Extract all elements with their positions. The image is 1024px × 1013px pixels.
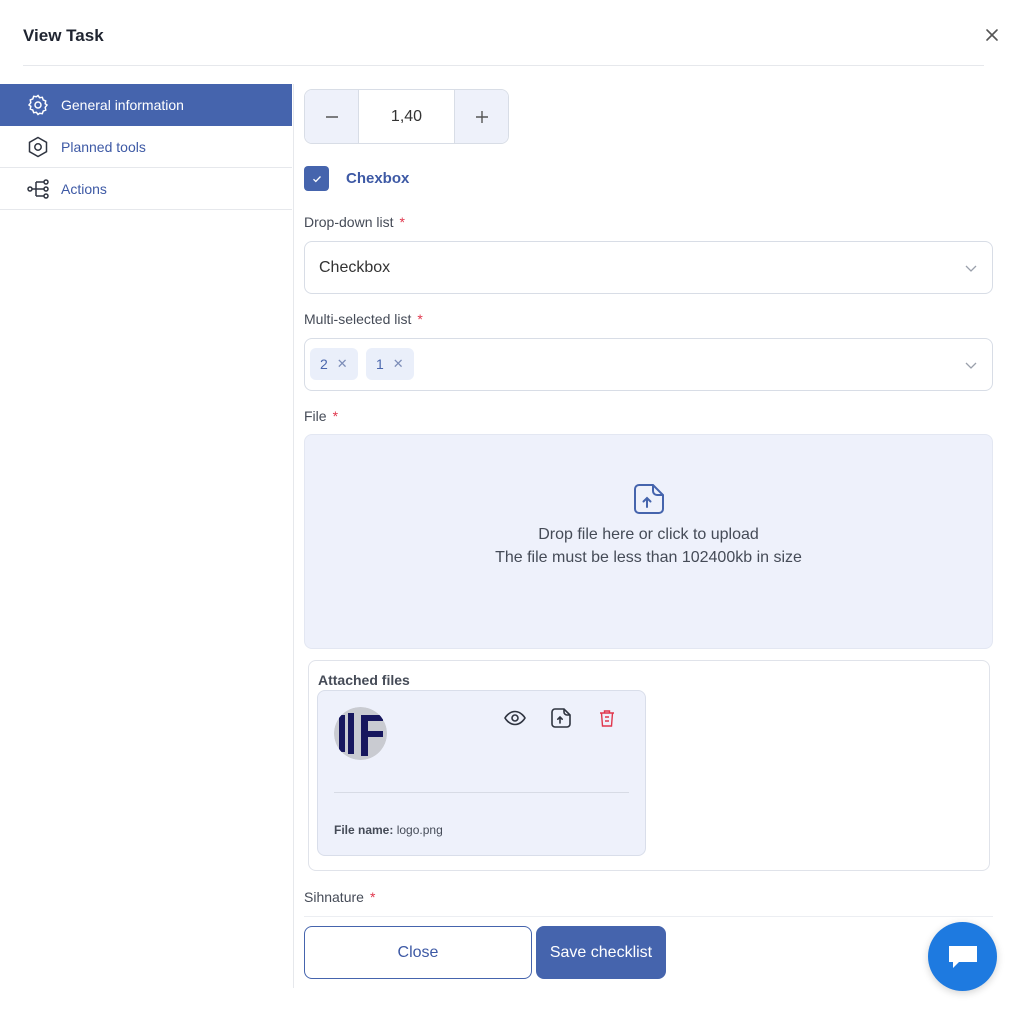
sidebar-item-label: Planned tools: [61, 138, 146, 155]
file-label: File *: [304, 408, 338, 424]
signature-area-divider: [304, 916, 993, 917]
sidebar-item-actions[interactable]: Actions: [0, 168, 292, 210]
sidebar: General information Planned tools Action…: [0, 84, 292, 210]
required-mark: *: [417, 311, 423, 327]
checkbox[interactable]: [304, 166, 329, 191]
replace-file-icon[interactable]: [548, 705, 574, 731]
attached-files-title: Attached files: [318, 672, 410, 688]
required-mark: *: [369, 889, 376, 905]
dialog-header: View Task: [0, 0, 1024, 66]
increment-button[interactable]: [455, 90, 508, 143]
signature-label: Sihnature *: [304, 889, 375, 905]
card-divider: [334, 792, 629, 793]
delete-trash-icon[interactable]: [594, 705, 620, 731]
dropdown-label-text: Drop-down list: [304, 214, 394, 230]
gear-icon: [26, 93, 50, 117]
multiselect-label: Multi-selected list *: [304, 311, 423, 327]
selected-tag[interactable]: 2 ✕: [310, 348, 358, 380]
multiselect-label-text: Multi-selected list: [304, 311, 412, 327]
tag-label: 1: [376, 356, 384, 372]
chevron-down-icon: [965, 362, 977, 369]
upload-file-icon: [634, 484, 664, 514]
save-checklist-button[interactable]: Save checklist: [536, 926, 666, 979]
close-icon[interactable]: [982, 25, 1002, 45]
file-name-row: File name: logo.png: [334, 823, 443, 837]
file-dropzone[interactable]: Drop file here or click to upload The fi…: [304, 434, 993, 649]
check-icon: [312, 175, 321, 182]
close-button[interactable]: Close: [304, 926, 532, 979]
selected-tag[interactable]: 1 ✕: [366, 348, 414, 380]
dropdown-value: Checkbox: [319, 259, 391, 276]
sidebar-item-general-information[interactable]: General information: [0, 84, 292, 126]
quantity-stepper: 1,40: [304, 89, 509, 144]
sidebar-divider: [293, 84, 294, 988]
header-divider: [23, 65, 984, 66]
tag-label: 2: [320, 356, 328, 372]
multiselect-field[interactable]: 2 ✕ 1 ✕: [304, 338, 993, 391]
dropzone-size-limit: The file must be less than 102400kb in s…: [495, 549, 802, 566]
file-label-text: File: [304, 408, 327, 424]
flow-icon: [26, 177, 50, 201]
required-mark: *: [399, 214, 405, 230]
file-name-value: logo.png: [396, 823, 443, 837]
checkbox-row[interactable]: Chexbox: [304, 166, 409, 191]
file-card: File name: logo.png: [317, 690, 646, 856]
signature-label-text: Sihnature: [304, 889, 364, 905]
view-eye-icon[interactable]: [502, 705, 528, 731]
hexagon-icon: [26, 135, 50, 159]
attached-files-panel: Attached files File name: logo.png: [308, 660, 990, 871]
file-name-label: File name:: [334, 823, 394, 837]
decrement-button[interactable]: [305, 90, 358, 143]
checkbox-label: Chexbox: [346, 170, 410, 187]
chevron-down-icon: [965, 265, 977, 272]
chat-bubble-icon: [948, 945, 977, 968]
dialog-title: View Task: [23, 26, 104, 45]
dropdown-select[interactable]: Checkbox: [304, 241, 993, 294]
required-mark: *: [332, 408, 339, 424]
remove-tag-icon[interactable]: ✕: [393, 356, 404, 372]
dropdown-label: Drop-down list *: [304, 214, 405, 230]
stepper-value[interactable]: 1,40: [358, 90, 455, 143]
chat-button[interactable]: [928, 922, 997, 991]
sidebar-item-label: General information: [61, 96, 184, 113]
file-thumbnail: [334, 707, 387, 760]
sidebar-item-planned-tools[interactable]: Planned tools: [0, 126, 292, 168]
remove-tag-icon[interactable]: ✕: [337, 356, 348, 372]
sidebar-item-label: Actions: [61, 180, 107, 197]
dropzone-instructions: Drop file here or click to upload: [538, 526, 759, 543]
